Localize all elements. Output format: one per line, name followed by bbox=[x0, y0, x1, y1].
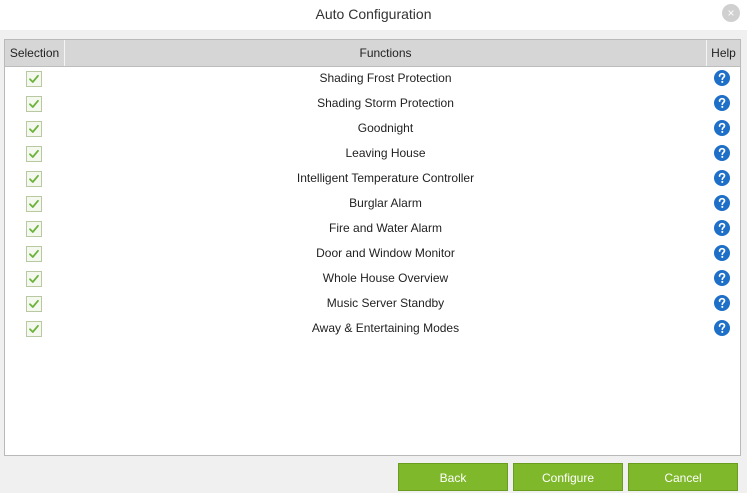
check-icon bbox=[29, 124, 39, 133]
table-row: Leaving House bbox=[5, 142, 740, 167]
table-row: Goodnight bbox=[5, 117, 740, 142]
cancel-button[interactable]: Cancel bbox=[628, 463, 738, 491]
header-help[interactable]: Help bbox=[707, 40, 740, 66]
back-button[interactable]: Back bbox=[398, 463, 508, 491]
check-icon bbox=[29, 99, 39, 108]
table-row: Whole House Overview bbox=[5, 267, 740, 292]
help-icon[interactable] bbox=[714, 245, 730, 261]
function-label: Burglar Alarm bbox=[349, 196, 422, 210]
function-label: Away & Entertaining Modes bbox=[311, 321, 460, 335]
selection-checkbox[interactable] bbox=[26, 96, 42, 112]
function-label: Leaving House bbox=[345, 146, 426, 160]
table-row: Fire and Water Alarm bbox=[5, 217, 740, 242]
selection-checkbox[interactable] bbox=[26, 171, 42, 187]
table-body: Shading Frost Protection Shading Storm Pr… bbox=[5, 67, 740, 342]
help-icon[interactable] bbox=[714, 295, 730, 311]
table-row: Shading Storm Protection bbox=[5, 92, 740, 117]
function-label: Goodnight bbox=[357, 121, 414, 135]
check-icon bbox=[29, 149, 39, 158]
function-label: Fire and Water Alarm bbox=[329, 221, 442, 235]
help-icon[interactable] bbox=[714, 320, 730, 336]
check-icon bbox=[29, 324, 39, 333]
close-icon[interactable]: × bbox=[722, 4, 740, 22]
help-icon[interactable] bbox=[714, 170, 730, 186]
selection-checkbox[interactable] bbox=[26, 221, 42, 237]
selection-checkbox[interactable] bbox=[26, 271, 42, 287]
configure-button[interactable]: Configure bbox=[513, 463, 623, 491]
check-icon bbox=[29, 174, 39, 183]
help-icon[interactable] bbox=[714, 270, 730, 286]
selection-checkbox[interactable] bbox=[26, 71, 42, 87]
header-selection[interactable]: Selection bbox=[5, 40, 65, 66]
function-label: Shading Storm Protection bbox=[317, 96, 454, 110]
check-icon bbox=[29, 224, 39, 233]
table-row: Door and Window Monitor bbox=[5, 242, 740, 267]
check-icon bbox=[29, 299, 39, 308]
table-row: Shading Frost Protection bbox=[5, 67, 740, 92]
function-label: Door and Window Monitor bbox=[316, 246, 455, 260]
check-icon bbox=[29, 274, 39, 283]
check-icon bbox=[29, 74, 39, 83]
header-functions[interactable]: Functions bbox=[65, 40, 707, 66]
functions-table: Selection Functions Help Shading Frost P… bbox=[4, 39, 741, 456]
table-row: Music Server Standby bbox=[5, 292, 740, 317]
help-icon[interactable] bbox=[714, 70, 730, 86]
check-icon bbox=[29, 249, 39, 258]
table-row: Burglar Alarm bbox=[5, 192, 740, 217]
help-icon[interactable] bbox=[714, 145, 730, 161]
selection-checkbox[interactable] bbox=[26, 146, 42, 162]
table-row: Intelligent Temperature Controller bbox=[5, 167, 740, 192]
selection-checkbox[interactable] bbox=[26, 121, 42, 137]
selection-checkbox[interactable] bbox=[26, 321, 42, 337]
window-title: Auto Configuration bbox=[315, 6, 432, 22]
function-label: Whole House Overview bbox=[322, 271, 449, 285]
selection-checkbox[interactable] bbox=[26, 296, 42, 312]
function-label: Intelligent Temperature Controller bbox=[296, 171, 475, 185]
help-icon[interactable] bbox=[714, 95, 730, 111]
table-row: Away & Entertaining Modes bbox=[5, 317, 740, 342]
title-bar: Auto Configuration × bbox=[0, 0, 747, 30]
help-icon[interactable] bbox=[714, 195, 730, 211]
selection-checkbox[interactable] bbox=[26, 196, 42, 212]
help-icon[interactable] bbox=[714, 220, 730, 236]
check-icon bbox=[29, 199, 39, 208]
function-label: Music Server Standby bbox=[326, 296, 445, 310]
function-label: Shading Frost Protection bbox=[319, 71, 452, 85]
table-header: Selection Functions Help bbox=[5, 40, 740, 67]
selection-checkbox[interactable] bbox=[26, 246, 42, 262]
help-icon[interactable] bbox=[714, 120, 730, 136]
